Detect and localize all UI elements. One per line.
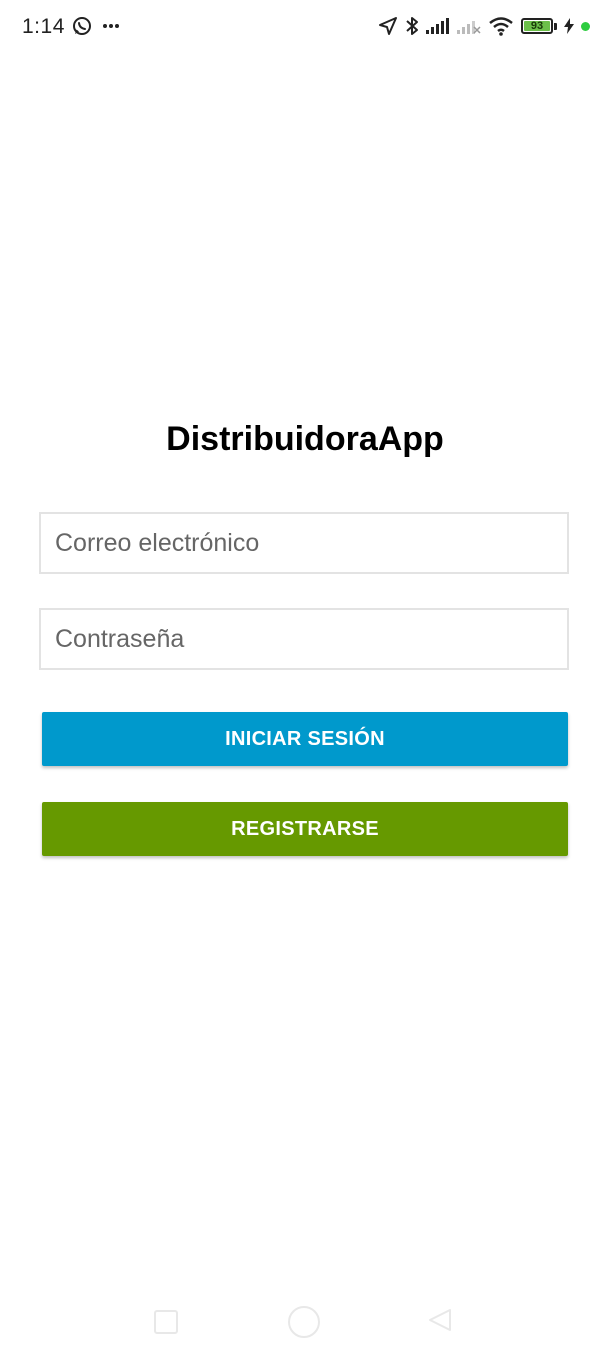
back-icon[interactable] (428, 1308, 452, 1337)
system-icons: 93 (378, 16, 590, 36)
password-field[interactable] (41, 610, 567, 668)
email-field[interactable] (41, 514, 567, 572)
location-icon (378, 16, 398, 36)
bluetooth-icon (405, 16, 419, 36)
whatsapp-icon (72, 16, 92, 36)
status-bar: 1:14 93 (0, 0, 610, 56)
privacy-indicator-icon (581, 21, 590, 31)
recents-icon[interactable] (154, 1310, 178, 1334)
navigation-bar (0, 1290, 610, 1356)
password-field-container (39, 608, 569, 670)
app-title: DistribuidoraApp (166, 420, 444, 458)
register-button[interactable]: REGISTRARSE (42, 802, 568, 856)
signal-weak-icon (457, 18, 481, 34)
battery-icon: 93 (521, 18, 557, 34)
wifi-icon (488, 16, 514, 36)
login-button[interactable]: INICIAR SESIÓN (42, 712, 568, 766)
login-screen: 1:14 93 DistribuidoraApp Correo electrón… (0, 0, 610, 1356)
status-time: 1:14 (22, 15, 65, 38)
home-icon[interactable] (288, 1306, 320, 1338)
battery-level: 93 (530, 20, 544, 32)
signal-icon (426, 18, 450, 34)
more-dots-icon (102, 23, 120, 29)
charging-icon (564, 18, 574, 34)
email-field-container (39, 512, 569, 574)
notification-icons (72, 16, 120, 36)
